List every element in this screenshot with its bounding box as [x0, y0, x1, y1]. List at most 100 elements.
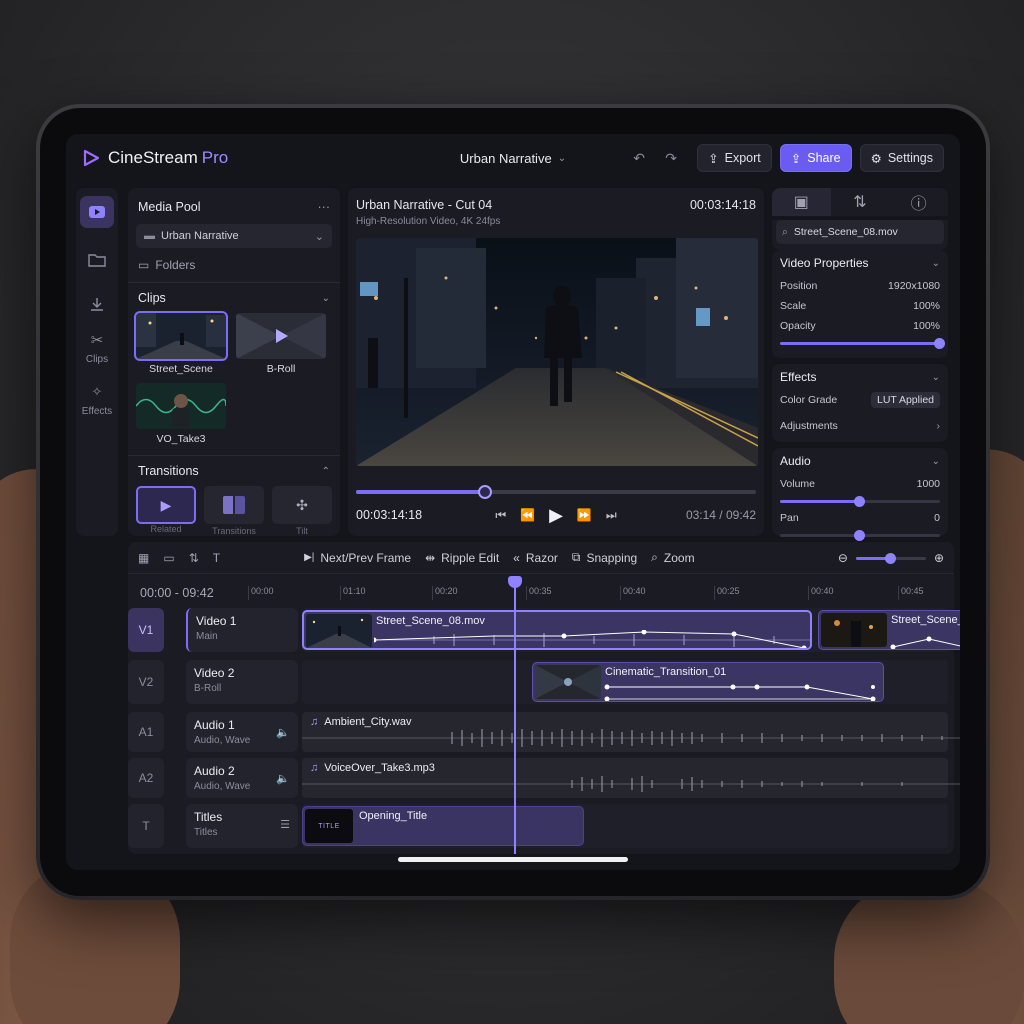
scrubber-handle[interactable] — [478, 485, 492, 499]
scale-value[interactable]: 100% — [913, 300, 940, 312]
volume-slider[interactable] — [780, 494, 940, 508]
rail-media[interactable] — [76, 196, 118, 228]
pan-slider[interactable] — [780, 528, 940, 542]
transition-related[interactable]: ▶ Related — [136, 486, 196, 534]
volume-value[interactable]: 1000 — [917, 478, 940, 490]
track-chip-a2[interactable]: A2 — [128, 758, 164, 798]
track-header-titles[interactable]: Titles Titles ☰ — [186, 804, 298, 848]
zoom-in-icon[interactable]: ⊕ — [934, 551, 944, 565]
transition-play-icon: ▶ — [160, 496, 172, 513]
timeline-playhead[interactable] — [508, 576, 522, 854]
lane-video-1[interactable]: Street_Scene_08.mov Street_Scene — [302, 608, 960, 652]
chevron-down-icon[interactable]: ⌄ — [932, 258, 940, 269]
text-tool-icon[interactable]: T — [213, 551, 220, 565]
speaker-icon[interactable]: 🔈 — [276, 726, 290, 739]
ruler-tick: 00:40 — [808, 586, 834, 600]
speaker-icon[interactable]: 🔈 — [276, 772, 290, 785]
menu-icon[interactable]: ☰ — [280, 818, 290, 831]
tab-transform[interactable]: ⇅ — [831, 188, 890, 216]
rail-import[interactable] — [76, 288, 118, 320]
project-title-dropdown[interactable]: Urban Narrative ⌄ — [460, 151, 566, 166]
rail-clips[interactable]: ✂ Clips — [76, 328, 118, 365]
chevron-down-icon[interactable]: ⌄ — [322, 293, 330, 304]
clip-cinematic-transition-01[interactable]: Cinematic_Transition_01 — [532, 662, 884, 702]
video-preview[interactable] — [356, 238, 758, 466]
zoom-button[interactable]: ⌕ Zoom — [651, 550, 694, 565]
position-value[interactable]: 1920x1080 — [888, 280, 940, 292]
tab-info[interactable]: ⓘ — [889, 188, 948, 216]
color-grade-badge[interactable]: LUT Applied — [870, 392, 940, 408]
transition-transitions[interactable]: Transitions — [204, 486, 264, 536]
opacity-value[interactable]: 100% — [913, 320, 940, 332]
sort-icon[interactable]: ⇅ — [189, 551, 199, 565]
export-label: Export — [724, 151, 761, 165]
playback-scrubber[interactable] — [356, 485, 756, 499]
viewer-timecode: 00:03:14:18 — [689, 198, 756, 212]
chevron-down-icon[interactable]: ⌄ — [932, 372, 940, 383]
lane-audio-2[interactable]: ♫ VoiceOver_Take3.mp3 — [302, 758, 960, 798]
gear-icon: ⚙ — [870, 151, 882, 166]
track-chip-v2[interactable]: V2 — [128, 660, 164, 704]
track-header-video-1[interactable]: Video 1 Main — [186, 608, 298, 652]
share-button[interactable]: ⇪ Share — [779, 144, 852, 172]
pan-value[interactable]: 0 — [934, 512, 940, 524]
clip-street-scene[interactable]: Street_Scene — [134, 311, 228, 375]
chevron-down-icon[interactable]: ⌄ — [932, 456, 940, 467]
chevron-up-icon[interactable]: ⌃ — [322, 466, 330, 477]
play-icon[interactable]: ▶ — [549, 505, 563, 526]
right-hand-palm — [834, 880, 1024, 1024]
folder-icon[interactable]: ▭ — [163, 551, 174, 565]
rail-effects[interactable]: ✧ Effects — [76, 380, 118, 417]
lane-titles[interactable]: TITLE Opening_Title — [302, 804, 948, 848]
rail-folder[interactable] — [76, 244, 118, 276]
download-icon — [91, 298, 103, 311]
skip-end-icon[interactable]: ⏭ — [606, 508, 617, 523]
transition-tilt[interactable]: ✣ Tilt — [272, 486, 332, 536]
ruler-tick: 00:25 — [714, 586, 740, 600]
export-button[interactable]: ⇪ Export — [697, 144, 772, 172]
clip-b-roll[interactable]: B-Roll — [236, 313, 326, 375]
tab-video[interactable]: ▣ — [772, 188, 831, 216]
ripple-edit-button[interactable]: ⇹ Ripple Edit — [425, 551, 499, 565]
lane-video-2[interactable]: Cinematic_Transition_01 — [302, 660, 948, 704]
next-prev-frame-button[interactable]: ▶| Next/Prev Frame — [304, 551, 411, 565]
share-icon: ⇪ — [790, 151, 802, 166]
video-icon — [89, 206, 105, 218]
home-indicator[interactable] — [398, 857, 628, 862]
clip-label: Street_Scene — [149, 363, 213, 375]
transition-caption: Related — [150, 524, 182, 534]
clip-opening-title[interactable]: TITLE Opening_Title — [302, 806, 584, 846]
track-chip-titles[interactable]: T — [128, 804, 164, 848]
timeline-ruler[interactable]: 00:00 01:10 00:20 00:35 00:40 00:25 00:4… — [248, 576, 954, 602]
clip-street-scene-08-b[interactable]: Street_Scene_08.mov — [818, 610, 960, 650]
timeline-range: 00:00 - 09:42 — [140, 586, 214, 600]
grid-icon[interactable]: ▦ — [138, 551, 149, 565]
adjustments-row[interactable]: Adjustments › — [780, 416, 940, 436]
more-icon[interactable]: ··· — [318, 200, 331, 214]
opacity-slider[interactable] — [780, 336, 945, 350]
undo-icon[interactable]: ↶ — [627, 146, 651, 170]
fast-forward-icon[interactable]: ⏩ — [577, 508, 592, 522]
track-chip-v1[interactable]: V1 — [128, 608, 164, 652]
zoom-out-icon[interactable]: ⊖ — [838, 551, 848, 565]
lane-audio-1[interactable]: ♫ Ambient_City.wav — [302, 712, 960, 752]
rewind-icon[interactable]: ⏪ — [520, 508, 535, 522]
clip-vo-take3[interactable]: VO_Take3 — [136, 383, 226, 445]
timeline-zoom-slider[interactable] — [855, 552, 926, 564]
track-header-video-2[interactable]: Video 2 B-Roll — [186, 660, 298, 704]
clip-street-scene-08-a[interactable]: Street_Scene_08.mov — [302, 610, 812, 650]
snapping-button[interactable]: ⧉ Snapping — [572, 550, 637, 565]
app-screen: CineStream Pro Urban Narrative ⌄ ↶ ↷ ⇪ E… — [66, 134, 960, 870]
chevron-down-icon: ⌄ — [557, 152, 567, 164]
track-header-audio-1[interactable]: Audio 1 Audio, Wave 🔈 — [186, 712, 298, 752]
inspector-search-input[interactable]: ⌕ Street_Scene_08.mov — [776, 220, 944, 244]
folders-link[interactable]: ▭ Folders — [136, 258, 332, 272]
track-header-audio-2[interactable]: Audio 2 Audio, Wave 🔈 — [186, 758, 298, 798]
track-chip-a1[interactable]: A1 — [128, 712, 164, 752]
color-grade-label: Color Grade — [780, 394, 838, 406]
skip-start-icon[interactable]: ⏮ — [495, 508, 506, 523]
settings-button[interactable]: ⚙ Settings — [859, 144, 944, 172]
redo-icon[interactable]: ↷ — [659, 146, 683, 170]
project-select[interactable]: ▬ Urban Narrative ⌄ — [136, 224, 332, 248]
razor-button[interactable]: « Razor — [513, 551, 558, 565]
